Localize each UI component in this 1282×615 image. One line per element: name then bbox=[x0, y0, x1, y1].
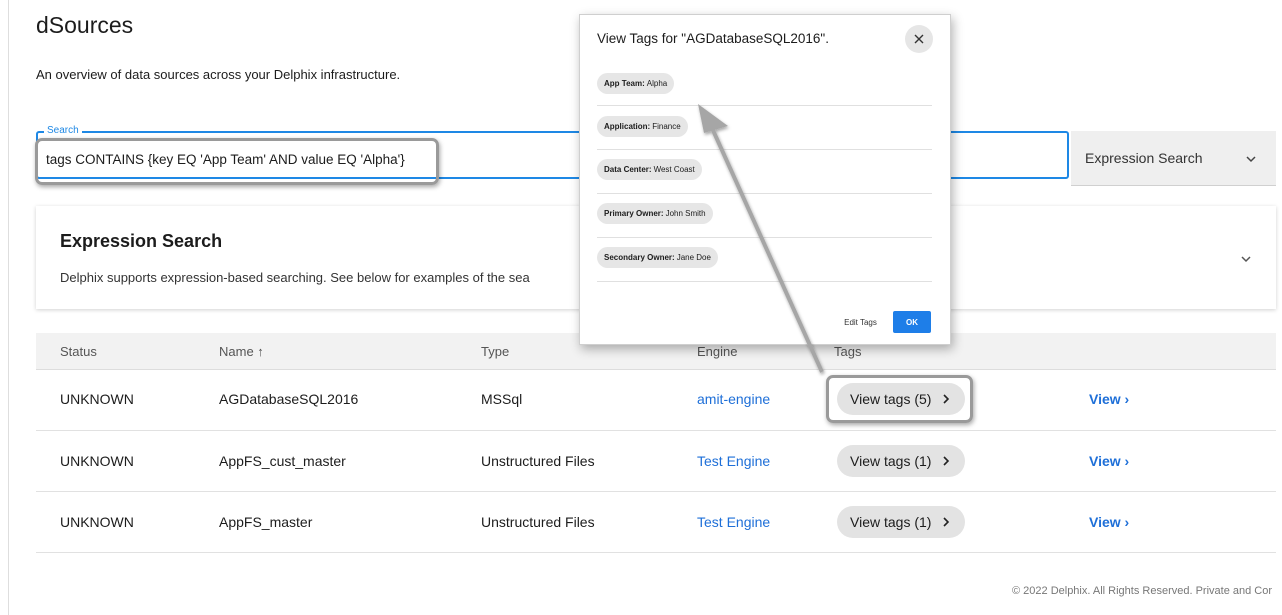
column-header-tags: Tags bbox=[834, 344, 862, 359]
tag-chip: App Team: Alpha bbox=[597, 73, 675, 94]
tag-list-item: Application: Finance bbox=[597, 106, 932, 150]
row-divider bbox=[36, 430, 1276, 431]
expand-chevron-icon[interactable] bbox=[1239, 252, 1253, 266]
tag-key: Primary Owner: bbox=[604, 209, 664, 218]
row-status: UNKNOWN bbox=[60, 514, 134, 530]
chevron-right-icon bbox=[943, 456, 950, 466]
row-type: Unstructured Files bbox=[481, 453, 595, 469]
chevron-down-icon bbox=[1246, 156, 1256, 163]
row-name: AppFS_cust_master bbox=[219, 453, 346, 469]
panel-title: Expression Search bbox=[60, 231, 223, 251]
search-mode-label: Expression Search bbox=[1085, 150, 1203, 166]
left-divider bbox=[8, 0, 9, 615]
tag-key: Secondary Owner: bbox=[604, 253, 675, 262]
view-tags-button[interactable]: View tags (1) bbox=[837, 506, 965, 538]
tag-key: App Team: bbox=[604, 79, 645, 88]
tag-list-item: Secondary Owner: Jane Doe bbox=[597, 238, 932, 282]
tag-value: Alpha bbox=[646, 79, 668, 88]
row-engine-link[interactable]: amit-engine bbox=[697, 391, 770, 407]
row-engine-link[interactable]: Test Engine bbox=[697, 514, 770, 530]
close-button[interactable] bbox=[905, 25, 933, 53]
row-view-link[interactable]: View › bbox=[1089, 514, 1129, 530]
tag-value: John Smith bbox=[665, 209, 706, 218]
row-view-link[interactable]: View › bbox=[1089, 453, 1129, 469]
column-header-type[interactable]: Type bbox=[481, 344, 509, 359]
tag-value: Jane Doe bbox=[676, 253, 711, 262]
page-subtitle: An overview of data sources across your … bbox=[36, 67, 401, 82]
row-name: AppFS_master bbox=[219, 514, 313, 530]
footer-copyright: © 2022 Delphix. All Rights Reserved. Pri… bbox=[1012, 585, 1273, 597]
row-engine-link[interactable]: Test Engine bbox=[697, 453, 770, 469]
modal-title: View Tags for "AGDatabaseSQL2016". bbox=[597, 31, 829, 46]
column-header-engine[interactable]: Engine bbox=[697, 344, 737, 359]
ok-button[interactable]: OK bbox=[893, 311, 931, 333]
tag-chip: Secondary Owner: Jane Doe bbox=[597, 247, 718, 268]
edit-tags-button[interactable]: Edit Tags bbox=[833, 311, 888, 333]
row-type: Unstructured Files bbox=[481, 514, 595, 530]
view-link-label: View bbox=[1089, 514, 1121, 530]
tag-list-item: App Team: Alpha bbox=[597, 62, 932, 106]
tag-list-item: Data Center: West Coast bbox=[597, 150, 932, 194]
tag-chip: Data Center: West Coast bbox=[597, 159, 702, 180]
row-name: AGDatabaseSQL2016 bbox=[219, 391, 359, 407]
annotation-highlight-view-tags bbox=[826, 375, 973, 423]
tag-list-item: Primary Owner: John Smith bbox=[597, 194, 932, 238]
column-header-name[interactable]: Name ↑ bbox=[219, 344, 264, 359]
panel-description: Delphix supports expression-based search… bbox=[60, 270, 530, 285]
annotation-highlight-search bbox=[35, 138, 439, 185]
tag-key: Data Center: bbox=[604, 165, 652, 174]
view-tags-button[interactable]: View tags (1) bbox=[837, 445, 965, 477]
row-type: MSSql bbox=[481, 391, 523, 407]
tag-chip: Primary Owner: John Smith bbox=[597, 203, 713, 224]
page-title: dSources bbox=[36, 12, 134, 38]
row-status: UNKNOWN bbox=[60, 453, 134, 469]
search-label: Search bbox=[44, 125, 82, 136]
view-link-label: View bbox=[1089, 453, 1121, 469]
modal-tag-list[interactable]: App Team: Alpha Application: Finance Data … bbox=[584, 62, 944, 304]
view-tags-label: View tags (1) bbox=[850, 453, 932, 469]
row-status: UNKNOWN bbox=[60, 391, 134, 407]
view-link-label: View bbox=[1089, 391, 1121, 407]
tag-value: West Coast bbox=[653, 165, 695, 174]
row-divider bbox=[36, 552, 1276, 553]
tag-key: Application: bbox=[604, 122, 651, 131]
close-icon bbox=[914, 34, 924, 44]
row-view-link[interactable]: View › bbox=[1089, 391, 1129, 407]
view-tags-label: View tags (1) bbox=[850, 514, 932, 530]
tag-value: Finance bbox=[652, 122, 681, 131]
tag-chip: Application: Finance bbox=[597, 116, 688, 137]
column-header-status[interactable]: Status bbox=[60, 344, 97, 359]
chevron-right-icon bbox=[943, 517, 950, 527]
row-divider bbox=[36, 491, 1276, 492]
